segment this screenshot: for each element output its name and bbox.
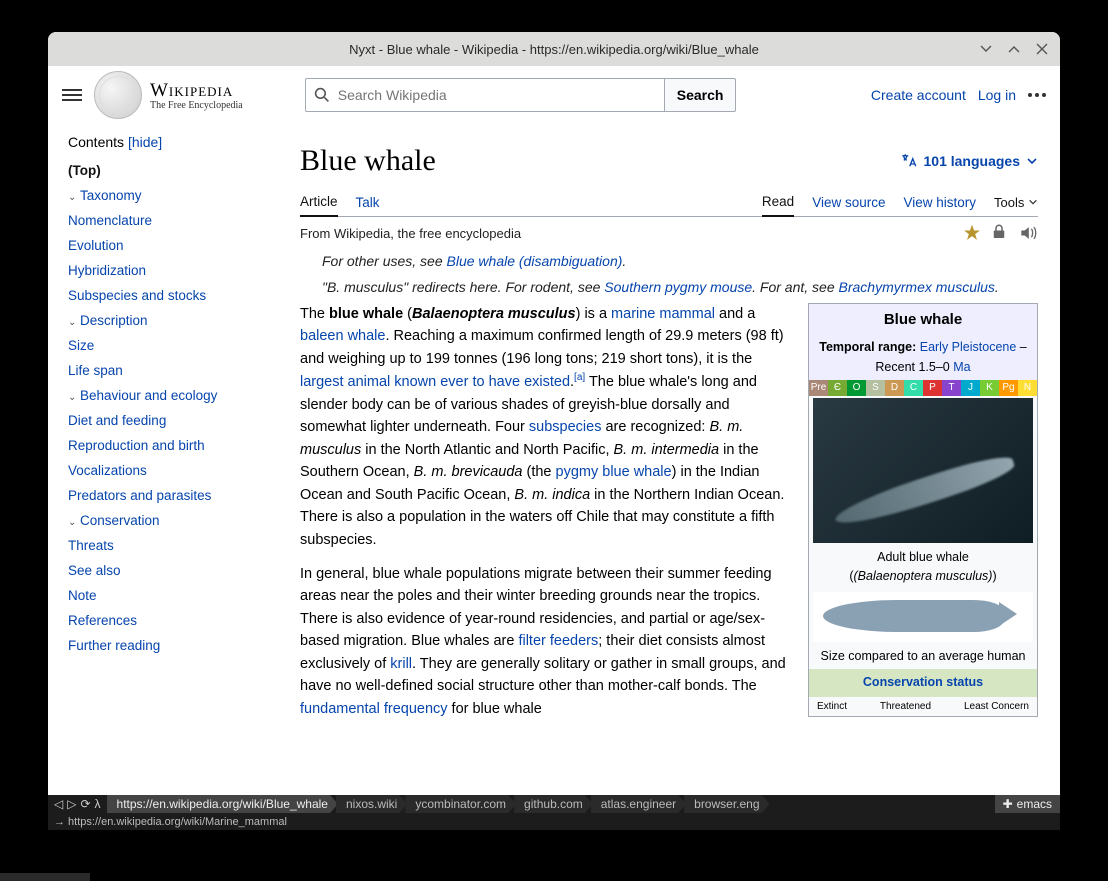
languages-button[interactable]: 101 languages [900, 152, 1039, 170]
page-content: Wikipedia The Free Encyclopedia Search C… [48, 66, 1060, 830]
search-icon [314, 87, 330, 103]
hide-toc-link[interactable]: [hide] [128, 134, 162, 150]
toc-link[interactable]: Behaviour and ecology [80, 388, 217, 403]
taskbar-fragment [0, 873, 90, 881]
toc-link[interactable]: Note [68, 588, 97, 603]
wiki-header: Wikipedia The Free Encyclopedia Search C… [48, 66, 1060, 124]
toc-link[interactable]: Reproduction and birth [68, 438, 205, 453]
tab-view-source[interactable]: View source [812, 189, 885, 216]
titlebar: Nyxt - Blue whale - Wikipedia - https://… [48, 32, 1060, 66]
tab-article[interactable]: Article [300, 188, 338, 217]
logo[interactable]: Wikipedia The Free Encyclopedia [94, 71, 243, 119]
conservation-status-header[interactable]: Conservation status [809, 669, 1037, 696]
infobox-size-diagram[interactable] [813, 592, 1033, 642]
window-title: Nyxt - Blue whale - Wikipedia - https://… [349, 42, 759, 57]
infobox-title: Blue whale [809, 304, 1037, 335]
browser-tab[interactable]: ycombinator.com [405, 795, 516, 813]
infobox: Blue whale Temporal range: Early Pleisto… [808, 303, 1038, 717]
hover-status: → https://en.wikipedia.org/wiki/Marine_m… [48, 813, 1060, 830]
search-box[interactable] [305, 78, 665, 112]
browser-tab[interactable]: browser.eng [684, 795, 769, 813]
url-bar[interactable]: https://en.wikipedia.org/wiki/Blue_whale [107, 795, 338, 813]
globe-icon [94, 71, 142, 119]
maximize-button[interactable] [1006, 41, 1022, 57]
toc-link[interactable]: See also [68, 563, 121, 578]
minimize-button[interactable] [978, 41, 994, 57]
toc-link[interactable]: Description [80, 313, 148, 328]
toc-top[interactable]: (Top) [68, 163, 101, 178]
toc-link[interactable]: Diet and feeding [68, 413, 166, 428]
toc-toggle-icon[interactable]: ⌄ [68, 317, 78, 328]
toc-link[interactable]: Size [68, 338, 94, 353]
hatnote: "B. musculus" redirects here. For rodent… [322, 279, 1038, 295]
reload-icon[interactable]: ⟳ [80, 797, 90, 811]
toc-link[interactable]: References [68, 613, 137, 628]
hatnote: For other uses, see Blue whale (disambig… [322, 253, 1038, 269]
from-line: From Wikipedia, the free encyclopedia [300, 226, 521, 241]
more-menu-icon[interactable] [1028, 93, 1046, 97]
toc-link[interactable]: Life span [68, 363, 123, 378]
close-button[interactable] [1034, 41, 1050, 57]
toc-toggle-icon[interactable]: ⌄ [68, 192, 78, 203]
toc-link[interactable]: Evolution [68, 238, 124, 253]
toc-toggle-icon[interactable]: ⌄ [68, 392, 78, 403]
geologic-timescale[interactable]: PreЄOSDCPTJKPgN [809, 380, 1037, 396]
logo-text: Wikipedia [150, 80, 243, 102]
body-text: Blue whale Temporal range: Early Pleisto… [300, 303, 1038, 720]
toc-link[interactable]: Threats [68, 538, 114, 553]
lambda-icon[interactable]: λ [95, 797, 101, 811]
browser-tab[interactable]: github.com [514, 795, 593, 813]
search-button[interactable]: Search [665, 78, 737, 112]
toc-toggle-icon[interactable]: ⌄ [68, 517, 78, 528]
login-link[interactable]: Log in [978, 87, 1016, 103]
toc-link[interactable]: Nomenclature [68, 213, 152, 228]
tab-view-history[interactable]: View history [904, 189, 977, 216]
browser-tab[interactable]: atlas.engineer [591, 795, 686, 813]
toc-link[interactable]: Further reading [68, 638, 160, 653]
contents-label: Contents [68, 134, 124, 150]
toc-link[interactable]: Hybridization [68, 263, 146, 278]
hamburger-menu-icon[interactable] [62, 86, 82, 104]
emacs-indicator[interactable]: ✚ emacs [995, 795, 1060, 813]
toc-link[interactable]: Vocalizations [68, 463, 147, 478]
article: Blue whale 101 languages Article Talk Rea… [278, 124, 1060, 795]
translate-icon [900, 152, 918, 170]
page-title: Blue whale [300, 144, 436, 178]
star-icon[interactable] [962, 223, 982, 243]
nyxt-status-bar: ◁ ▷ ⟳ λ https://en.wikipedia.org/wiki/Bl… [48, 795, 1060, 813]
search-input[interactable] [338, 87, 656, 103]
toc-link[interactable]: Taxonomy [80, 188, 142, 203]
nav-forward-icon[interactable]: ▷ [67, 797, 76, 811]
create-account-link[interactable]: Create account [871, 87, 966, 103]
audio-icon[interactable] [1018, 223, 1038, 243]
toc-link[interactable]: Subspecies and stocks [68, 288, 206, 303]
browser-tab[interactable]: nixos.wiki [336, 795, 407, 813]
tab-talk[interactable]: Talk [356, 189, 380, 216]
tab-read[interactable]: Read [762, 188, 794, 217]
chevron-down-icon [1026, 155, 1038, 167]
toc-link[interactable]: Predators and parasites [68, 488, 211, 503]
logo-tagline: The Free Encyclopedia [150, 100, 243, 111]
infobox-photo[interactable] [813, 398, 1033, 543]
lock-icon[interactable] [990, 223, 1010, 243]
plus-icon: ✚ [1003, 797, 1013, 811]
nav-back-icon[interactable]: ◁ [54, 797, 63, 811]
browser-window: Nyxt - Blue whale - Wikipedia - https://… [48, 32, 1060, 830]
toc-link[interactable]: Conservation [80, 513, 160, 528]
tools-dropdown[interactable]: Tools [994, 195, 1038, 210]
table-of-contents: Contents [hide] (Top)⌄TaxonomyNomenclatu… [48, 124, 278, 795]
